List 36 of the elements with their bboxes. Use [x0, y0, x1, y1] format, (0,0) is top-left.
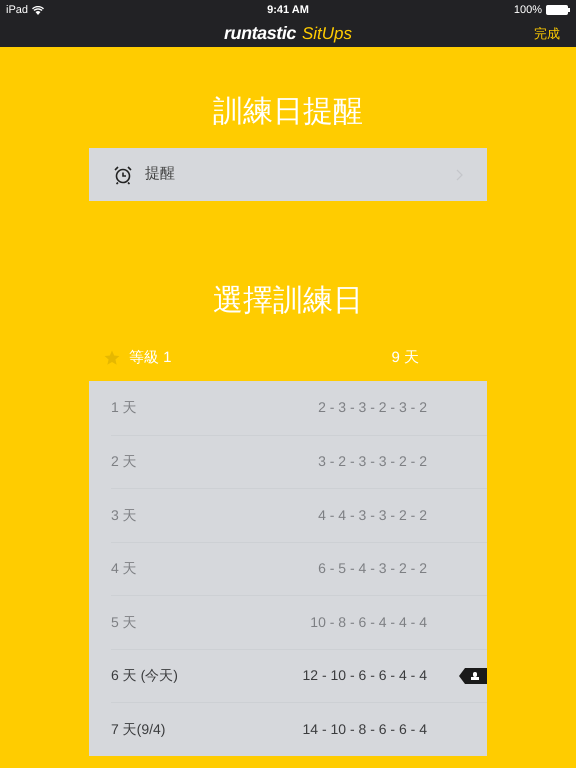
reps-sequence: 10 - 8 - 6 - 4 - 4 - 4: [309, 612, 427, 632]
reps-sequence: 3 - 2 - 3 - 3 - 2 - 2: [317, 452, 427, 472]
day-label: 7 天(9/4): [111, 720, 166, 739]
reps-sequence: 12 - 10 - 6 - 6 - 4 - 4: [302, 666, 427, 686]
reps-sequence: 14 - 10 - 8 - 6 - 6 - 4: [302, 720, 427, 739]
day-label: 6 天 (今天): [111, 666, 179, 686]
day-label: 3 天: [111, 506, 138, 525]
battery-icon: [546, 5, 570, 15]
day-label: 4 天: [111, 559, 138, 578]
reminder-row[interactable]: 提醒: [89, 148, 487, 201]
product-logo: SitUps: [302, 23, 352, 45]
day-row[interactable]: 5 天 10 - 8 - 6 - 4 - 4 - 4: [111, 595, 487, 648]
day-label: 2 天: [111, 452, 138, 472]
day-row[interactable]: 2 天 3 - 2 - 3 - 3 - 2 - 2: [111, 434, 487, 488]
wifi-icon: [32, 6, 44, 14]
day-row[interactable]: 3 天 4 - 4 - 3 - 3 - 2 - 2: [111, 488, 487, 542]
section-title: 選擇訓練日: [212, 283, 364, 319]
day-row[interactable]: 4 天 6 - 5 - 4 - 3 - 2 - 2: [111, 542, 487, 595]
device-name: iPad: [6, 2, 28, 18]
reps-sequence: 2 - 3 - 3 - 2 - 3 - 2: [317, 398, 427, 418]
day-row[interactable]: 1 天 2 - 3 - 3 - 2 - 3 - 2: [111, 381, 487, 434]
day-row[interactable]: 6 天 (今天) 12 - 10 - 6 - 6 - 4 - 4: [111, 648, 487, 702]
star-icon: [103, 349, 121, 367]
level-label: 等級 1: [129, 348, 173, 368]
brand-logo: runtastic: [224, 22, 296, 45]
section-title: 訓練日提醒: [212, 94, 364, 130]
done-button[interactable]: 完成: [534, 24, 560, 44]
day-label: 1 天: [111, 398, 138, 418]
level-days: 9 天: [391, 346, 419, 370]
clock: 9:41 AM: [267, 2, 309, 18]
reps-sequence: 4 - 4 - 3 - 3 - 2 - 2: [317, 506, 427, 525]
battery-percent: 100%: [514, 2, 542, 18]
day-label: 5 天: [111, 612, 138, 632]
reps-sequence: 6 - 5 - 4 - 3 - 2 - 2: [317, 559, 427, 578]
alarm-clock-icon: [113, 164, 133, 184]
day-row[interactable]: 7 天(9/4) 14 - 10 - 8 - 6 - 6 - 4: [111, 702, 487, 756]
